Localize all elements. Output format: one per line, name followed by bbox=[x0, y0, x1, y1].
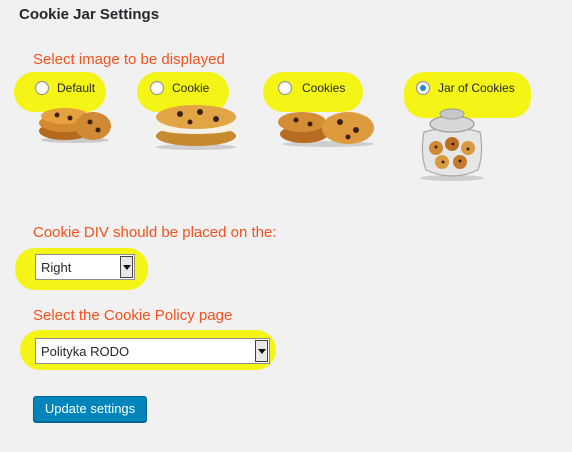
cookies-pile-icon bbox=[278, 112, 374, 147]
cookie-stack-icon bbox=[39, 108, 111, 143]
chevron-down-icon[interactable] bbox=[120, 256, 133, 278]
radio-jar[interactable] bbox=[416, 81, 430, 95]
position-select[interactable]: Right bbox=[35, 254, 135, 280]
radio-label-jar: Jar of Cookies bbox=[438, 81, 515, 95]
policy-page-select[interactable]: Polityka RODO bbox=[35, 338, 270, 364]
policy-select-value: Polityka RODO bbox=[41, 344, 130, 359]
radio-label-cookie: Cookie bbox=[172, 81, 210, 95]
cookie-sandwich-icon bbox=[155, 105, 237, 150]
radio-label-default: Default bbox=[57, 81, 96, 95]
radio-label-cookies: Cookies bbox=[302, 81, 346, 95]
radio-cookies[interactable] bbox=[278, 81, 292, 95]
position-select-value: Right bbox=[41, 260, 72, 275]
page-title: Cookie Jar Settings bbox=[19, 6, 160, 23]
image-section-label: Select image to be displayed bbox=[33, 51, 225, 68]
update-settings-button[interactable]: Update settings bbox=[33, 396, 147, 422]
radio-cookie[interactable] bbox=[150, 81, 164, 95]
policy-section-label: Select the Cookie Policy page bbox=[33, 307, 233, 324]
radio-default[interactable] bbox=[35, 81, 49, 95]
position-section-label: Cookie DIV should be placed on the: bbox=[33, 224, 277, 241]
cookie-jar-icon bbox=[420, 108, 484, 181]
chevron-down-icon[interactable] bbox=[255, 340, 268, 362]
